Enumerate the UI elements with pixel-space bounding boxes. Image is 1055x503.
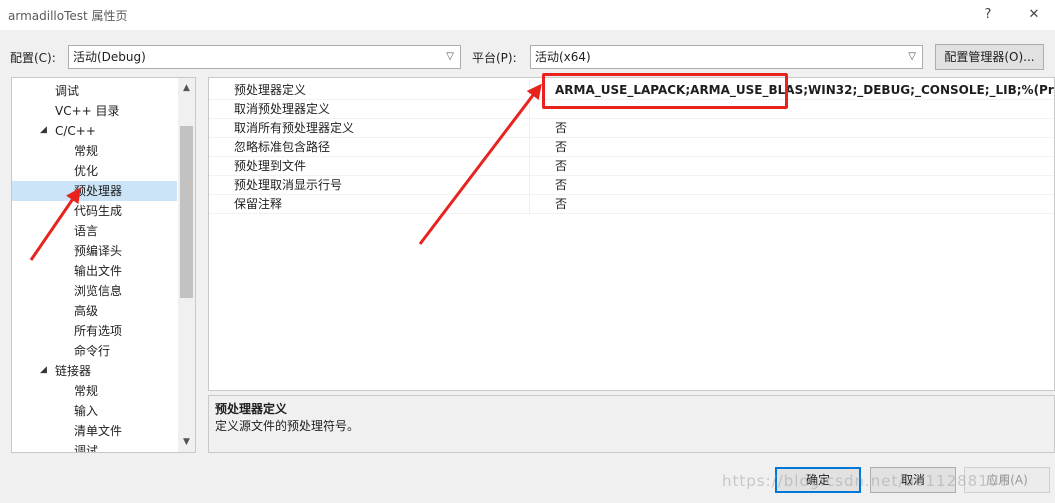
watermark: https://blog.csdn.net/u011288106 — [722, 472, 1010, 490]
tree-item-label: 优化 — [74, 164, 99, 178]
tree-item[interactable]: 调试 — [12, 441, 177, 453]
property-name: 取消预处理器定义 — [234, 102, 331, 116]
tree-item-label: 输入 — [74, 404, 99, 418]
tree-item[interactable]: 高级 — [12, 301, 177, 321]
config-manager-button[interactable]: 配置管理器(O)... — [935, 44, 1044, 70]
tree-item[interactable]: 常规 — [12, 141, 177, 161]
tree-item[interactable]: 输入 — [12, 401, 177, 421]
tree-scrollbar-thumb[interactable] — [180, 126, 193, 298]
platform-select[interactable]: 活动(x64) ▽ — [530, 45, 923, 69]
column-divider — [529, 81, 530, 100]
scroll-down-icon[interactable]: ▼ — [178, 434, 195, 450]
tree-item-label: 常规 — [74, 144, 99, 158]
property-name: 保留注释 — [234, 197, 283, 211]
tree-item-label: VC++ 目录 — [55, 104, 120, 118]
column-divider — [529, 100, 530, 119]
property-value[interactable]: 否 — [555, 119, 567, 138]
config-select[interactable]: 活动(Debug) ▽ — [68, 45, 461, 69]
chevron-down-icon: ▽ — [908, 51, 916, 62]
property-value[interactable]: 否 — [555, 195, 567, 214]
tree-item[interactable]: 优化 — [12, 161, 177, 181]
tree-item-label: 浏览信息 — [74, 284, 123, 298]
property-row[interactable]: 预处理取消显示行号 否 — [209, 176, 1054, 195]
tree-item[interactable]: 输出文件 — [12, 261, 177, 281]
collapse-arrow-icon[interactable]: ◢ — [40, 365, 47, 375]
property-name: 忽略标准包含路径 — [234, 140, 331, 154]
tree-item[interactable]: 浏览信息 — [12, 281, 177, 301]
scroll-up-icon[interactable]: ▲ — [178, 80, 195, 96]
property-name: 取消所有预处理器定义 — [234, 121, 355, 135]
close-icon[interactable]: ✕ — [1022, 4, 1046, 26]
property-row[interactable]: 保留注释 否 — [209, 195, 1054, 214]
column-divider — [529, 119, 530, 138]
tree-item[interactable]: 预编译头 — [12, 241, 177, 261]
tree-item-label: 调试 — [74, 444, 99, 453]
property-value[interactable]: 否 — [555, 176, 567, 195]
column-divider — [529, 157, 530, 176]
property-grid[interactable]: 预处理器定义 ARMA_USE_LAPACK;ARMA_USE_BLAS;WIN3… — [208, 77, 1055, 391]
description-panel: 预处理器定义 定义源文件的预处理符号。 — [208, 395, 1055, 453]
property-name: 预处理器定义 — [234, 83, 307, 97]
config-label: 配置(C): — [10, 51, 56, 65]
column-divider — [529, 138, 530, 157]
collapse-arrow-icon[interactable]: ◢ — [40, 125, 47, 135]
tree-item-label: 常规 — [74, 384, 99, 398]
tree-item-label: 预处理器 — [74, 184, 123, 198]
window-title: armadilloTest 属性页 — [8, 9, 128, 23]
tree-item-label: 代码生成 — [74, 204, 123, 218]
tree-item[interactable]: C/C++ — [12, 121, 177, 141]
column-divider — [529, 176, 530, 195]
tree-item[interactable]: 所有选项 — [12, 321, 177, 341]
property-name: 预处理取消显示行号 — [234, 178, 343, 192]
platform-value: 活动(x64) — [535, 50, 591, 64]
description-text: 定义源文件的预处理符号。 — [215, 419, 360, 433]
tree-item[interactable]: 常规 — [12, 381, 177, 401]
tree-item[interactable]: 语言 — [12, 221, 177, 241]
annotation-highlight-box — [542, 73, 788, 109]
tree-item-label: C/C++ — [55, 124, 96, 138]
tree-item-label: 高级 — [74, 304, 99, 318]
tree-item[interactable]: 链接器 — [12, 361, 177, 381]
title-bar — [0, 0, 1055, 30]
tree-item[interactable]: 预处理器 — [12, 181, 177, 201]
tree-item[interactable]: 命令行 — [12, 341, 177, 361]
tree-item-label: 输出文件 — [74, 264, 123, 278]
property-value[interactable]: 否 — [555, 157, 567, 176]
tree-item[interactable]: VC++ 目录 — [12, 101, 177, 121]
help-button[interactable]: ? — [976, 4, 1000, 26]
tree-item-label: 调试 — [55, 84, 80, 98]
property-name: 预处理到文件 — [234, 159, 307, 173]
property-value[interactable]: 否 — [555, 138, 567, 157]
column-divider — [529, 195, 530, 214]
tree-item-label: 语言 — [74, 224, 99, 238]
platform-label: 平台(P): — [472, 51, 517, 65]
tree-item-label: 所有选项 — [74, 324, 123, 338]
tree-item[interactable]: 代码生成 — [12, 201, 177, 221]
description-title: 预处理器定义 — [215, 402, 288, 416]
property-row[interactable]: 预处理到文件 否 — [209, 157, 1054, 176]
property-tree[interactable]: ▲ ▼ 调试 VC++ 目录 C/C++ ◢ 常规 优化 预处理器 代码生成 语言 预编译头 输出文… — [11, 77, 196, 453]
property-row[interactable]: 忽略标准包含路径 否 — [209, 138, 1054, 157]
tree-item-label: 预编译头 — [74, 244, 123, 258]
tree-item-label: 命令行 — [74, 344, 111, 358]
config-value: 活动(Debug) — [73, 50, 146, 64]
tree-item[interactable]: 清单文件 — [12, 421, 177, 441]
tree-item-label: 链接器 — [55, 364, 92, 378]
property-row[interactable]: 取消所有预处理器定义 否 — [209, 119, 1054, 138]
tree-item[interactable]: 调试 — [12, 81, 177, 101]
chevron-down-icon: ▽ — [446, 51, 454, 62]
tree-item-label: 清单文件 — [74, 424, 123, 438]
